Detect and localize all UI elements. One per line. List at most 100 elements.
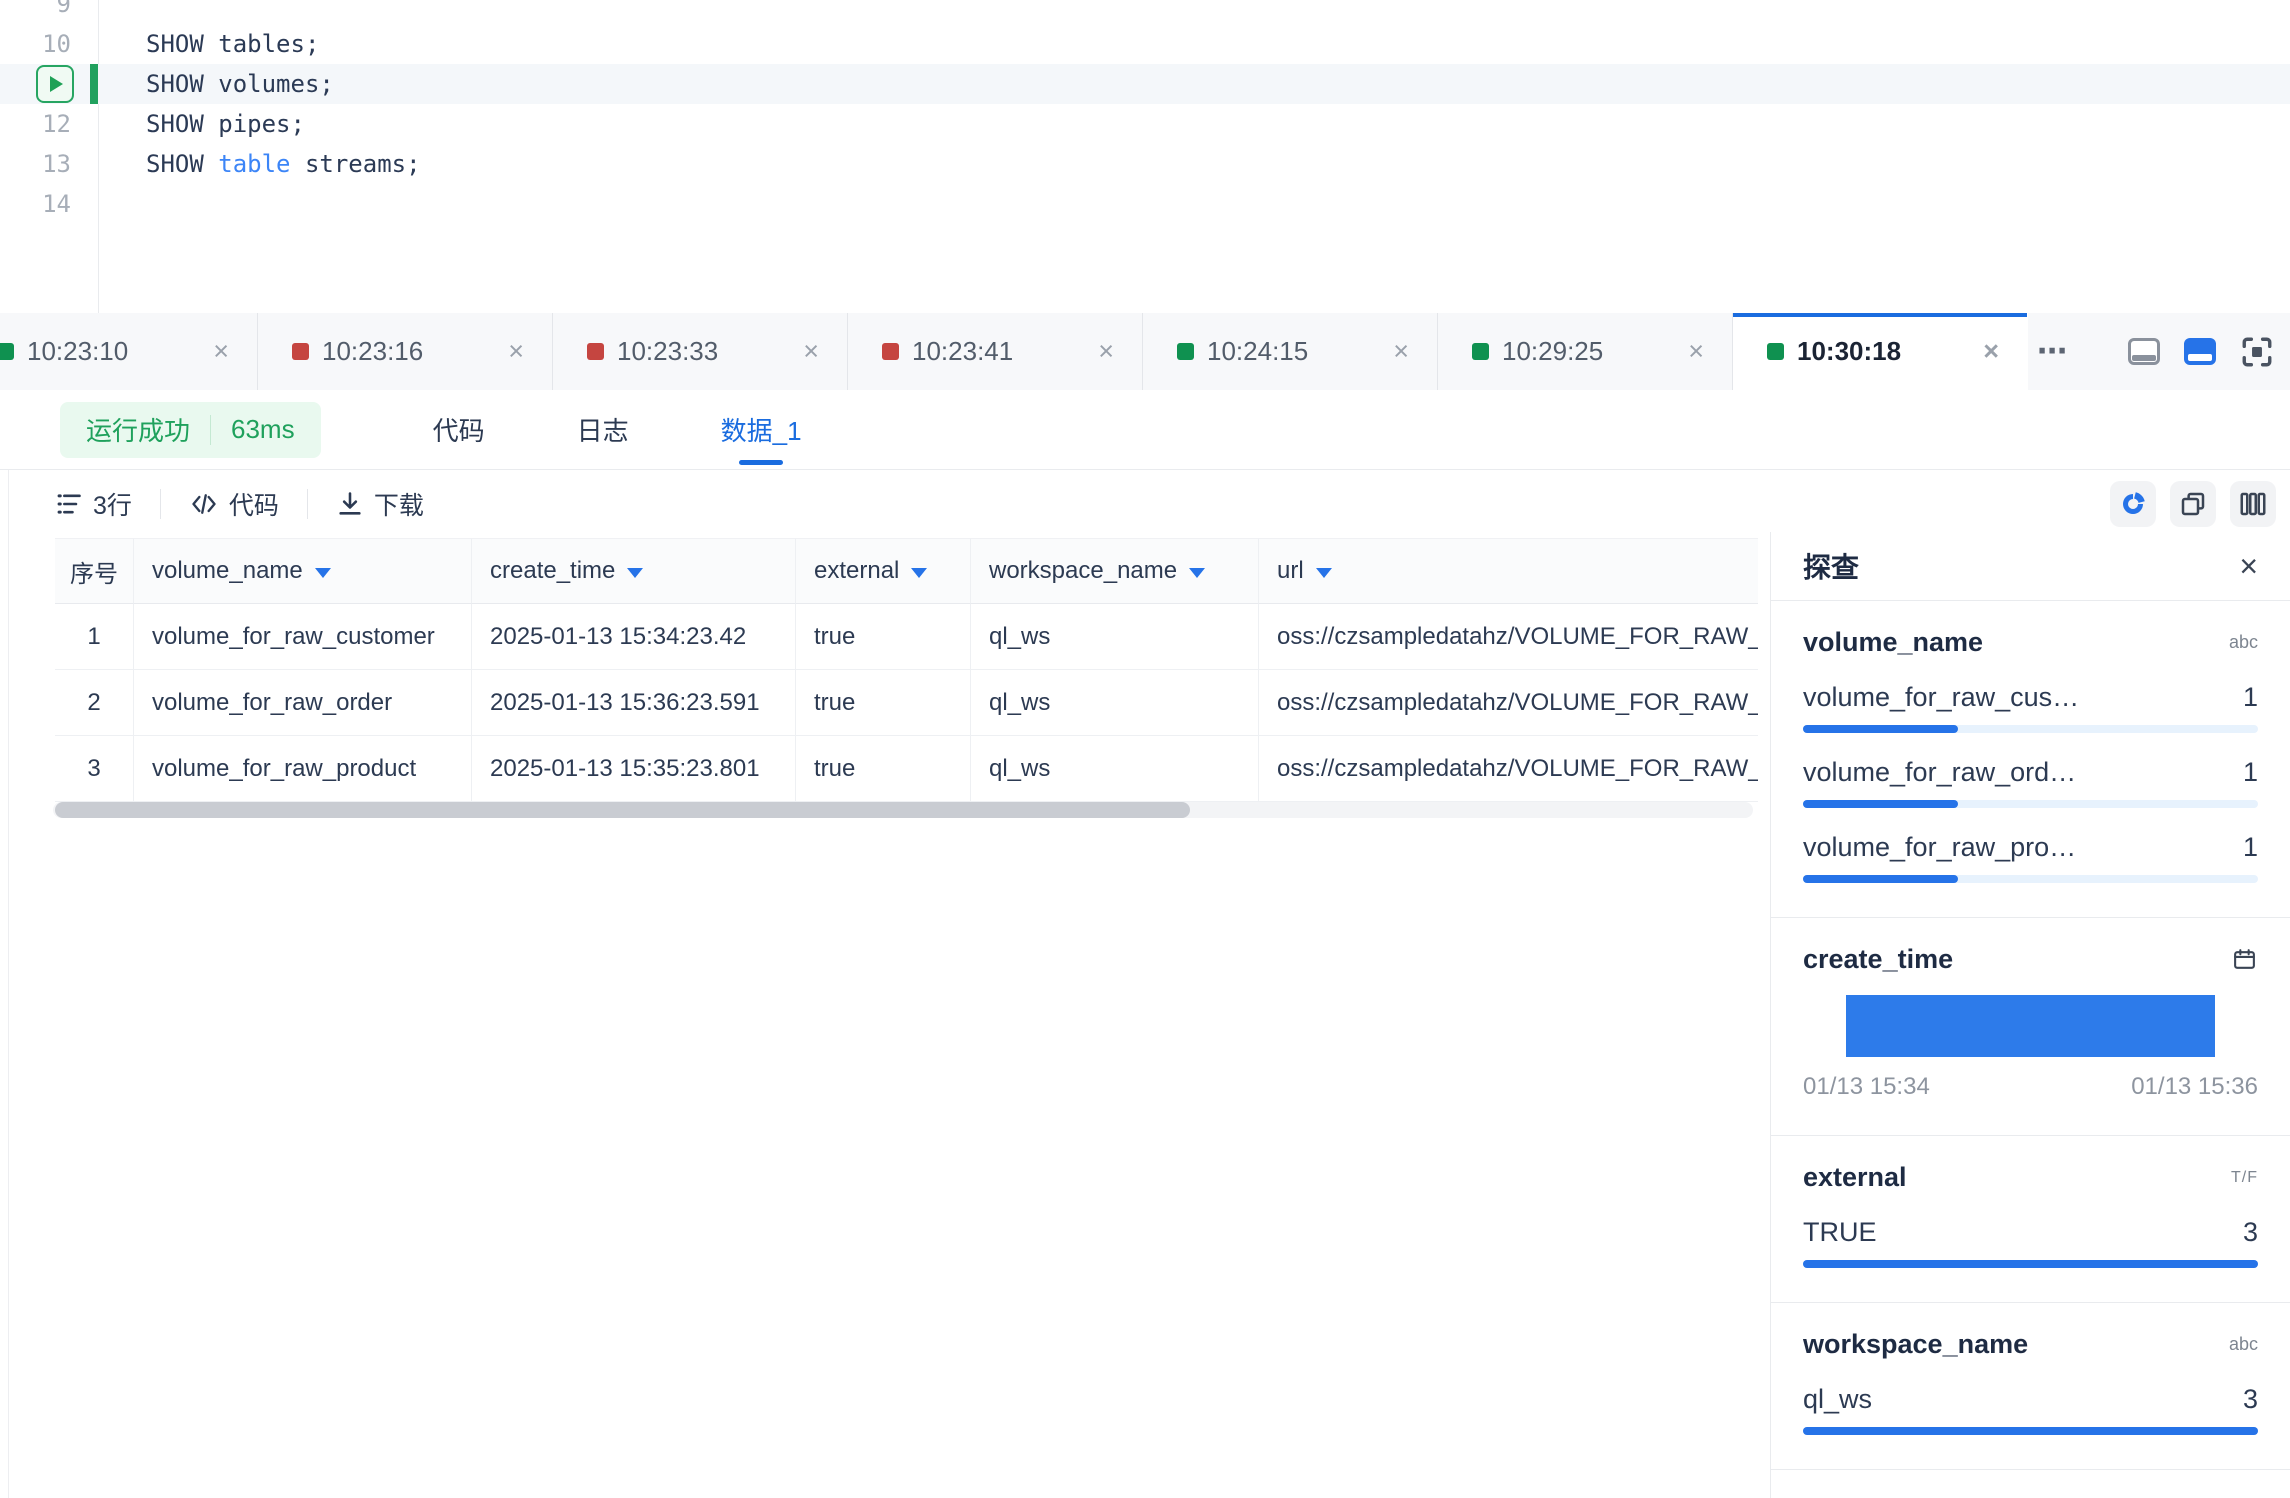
- layout-split-icon: [2184, 338, 2216, 365]
- line-number: 9: [56, 0, 71, 18]
- sort-icon: [911, 567, 928, 578]
- sort-icon: [314, 567, 331, 578]
- more-tabs-button[interactable]: ⋯: [2037, 334, 2070, 369]
- value-distribution-item: ql_ws 3: [1803, 1384, 2258, 1435]
- cell-external: true: [796, 604, 971, 670]
- scrollbar-thumb[interactable]: [55, 802, 1190, 818]
- cell-create-time: 2025-01-13 15:35:23.801: [472, 736, 796, 802]
- status-icon: [587, 343, 604, 360]
- cell-external: true: [796, 670, 971, 736]
- close-icon[interactable]: ×: [2239, 550, 2258, 582]
- value-count: 1: [2242, 757, 2258, 787]
- query-tab-label: 10:30:18: [1797, 336, 1902, 366]
- status-icon: [1767, 343, 1784, 360]
- close-icon[interactable]: ×: [1393, 338, 1409, 365]
- value-label: TRUE: [1803, 1217, 1877, 1247]
- row-count[interactable]: 3行: [55, 486, 132, 522]
- value-distribution-item: TRUE 3: [1803, 1217, 2258, 1268]
- code-line[interactable]: 13 SHOW table streams;: [0, 144, 2290, 184]
- section-title: volume_name: [1803, 627, 1984, 657]
- tab-data[interactable]: 数据_1: [675, 390, 848, 470]
- calendar-icon: [2234, 949, 2255, 969]
- profile-radar-icon: [2123, 492, 2145, 514]
- close-icon[interactable]: ×: [803, 338, 819, 365]
- play-icon: [50, 76, 63, 92]
- status-icon: [292, 343, 309, 360]
- value-count: 3: [2242, 1384, 2258, 1414]
- close-icon[interactable]: ×: [1098, 338, 1114, 365]
- close-icon[interactable]: ×: [1688, 338, 1704, 365]
- query-tab[interactable]: 10:23:10 ×: [0, 313, 258, 390]
- status-icon: [882, 343, 899, 360]
- query-tab-label: 10:23:10: [27, 336, 129, 366]
- sql-editor[interactable]: 9 10 SHOW tables; SHOW volumes; 12 SHOW …: [0, 0, 2290, 313]
- inspector-section-create-time: create_time 01/13 15:34 01/13 15:36: [1771, 918, 2290, 1136]
- query-tab-label: 10:29:25: [1502, 336, 1604, 366]
- code-text: SHOW tables;: [146, 30, 320, 58]
- code-line[interactable]: 9: [0, 0, 2290, 24]
- maximize-button[interactable]: [2240, 335, 2274, 369]
- query-tab-active[interactable]: 10:30:18 ×: [1733, 313, 2028, 390]
- download-button[interactable]: 下载: [336, 486, 424, 522]
- cell-volume-name: volume_for_raw_product: [134, 736, 472, 802]
- tab-log[interactable]: 日志: [531, 390, 675, 470]
- result-tabs: 代码 日志 数据_1: [387, 390, 848, 470]
- cell-url: oss://czsampledatahz/VOLUME_FOR_RAW_C: [1259, 604, 1758, 670]
- copy-icon: [2181, 492, 2205, 516]
- column-header-volume-name[interactable]: volume_name: [134, 538, 472, 604]
- value-distribution-item: volume_for_raw_cus… 1: [1803, 682, 2258, 733]
- tab-code[interactable]: 代码: [387, 390, 531, 470]
- value-label: volume_for_raw_ord…: [1803, 757, 2077, 787]
- code-line[interactable]: 10 SHOW tables;: [0, 24, 2290, 64]
- value-label: volume_for_raw_cus…: [1803, 682, 2080, 712]
- columns-button[interactable]: [2230, 481, 2276, 527]
- table-row: 2 volume_for_raw_order 2025-01-13 15:36:…: [55, 670, 1758, 736]
- column-header-url[interactable]: url: [1259, 538, 1758, 604]
- status-icon: [0, 343, 14, 360]
- value-label: volume_for_raw_pro…: [1803, 832, 2077, 862]
- query-tab[interactable]: 10:23:33 ×: [553, 313, 848, 390]
- cell-url: oss://czsampledatahz/VOLUME_FOR_RAW_C: [1259, 670, 1758, 736]
- query-tab[interactable]: 10:29:25 ×: [1438, 313, 1733, 390]
- cell-index: 3: [55, 736, 134, 802]
- sort-icon: [627, 567, 644, 578]
- close-icon[interactable]: ×: [508, 338, 524, 365]
- profile-button[interactable]: [2110, 481, 2156, 527]
- columns-icon: [2240, 492, 2266, 516]
- column-header-create-time[interactable]: create_time: [472, 538, 796, 604]
- horizontal-scrollbar[interactable]: [53, 802, 1753, 818]
- cell-url: oss://czsampledatahz/VOLUME_FOR_RAW_P: [1259, 736, 1758, 802]
- query-tab[interactable]: 10:23:16 ×: [258, 313, 553, 390]
- code-line-current[interactable]: SHOW volumes;: [0, 64, 2290, 104]
- code-line[interactable]: 12 SHOW pipes;: [0, 104, 2290, 144]
- distribution-bar: [1803, 1427, 2258, 1435]
- column-header-workspace-name[interactable]: workspace_name: [971, 538, 1259, 604]
- line-number: 12: [42, 110, 71, 138]
- type-abc-label: abc: [2228, 632, 2258, 652]
- layout-split-button[interactable]: [2184, 338, 2216, 365]
- histogram-bar: [1846, 995, 2215, 1057]
- close-icon[interactable]: ×: [213, 338, 229, 365]
- rows-icon: [57, 494, 81, 514]
- value-count: 1: [2242, 832, 2258, 862]
- status-icon: [1472, 343, 1489, 360]
- cell-index: 2: [55, 670, 134, 736]
- view-code-button[interactable]: 代码: [189, 486, 279, 522]
- run-duration: 63ms: [231, 414, 295, 444]
- cell-workspace-name: ql_ws: [971, 670, 1259, 736]
- line-number: 14: [42, 190, 71, 218]
- code-line[interactable]: 14: [0, 184, 2290, 224]
- layout-editor-icon: [2128, 338, 2160, 365]
- cell-create-time: 2025-01-13 15:34:23.42: [472, 604, 796, 670]
- column-header-external[interactable]: external: [796, 538, 971, 604]
- copy-button[interactable]: [2170, 481, 2216, 527]
- toolbar-divider: [306, 489, 308, 519]
- layout-editor-only-button[interactable]: [2128, 338, 2160, 365]
- close-icon[interactable]: ×: [1983, 338, 1999, 365]
- value-label: ql_ws: [1803, 1384, 1873, 1414]
- column-header-index: 序号: [55, 538, 134, 604]
- query-tab-label: 10:23:16: [322, 336, 424, 366]
- query-tab[interactable]: 10:23:41 ×: [848, 313, 1143, 390]
- run-line-button[interactable]: [36, 65, 74, 103]
- query-tab[interactable]: 10:24:15 ×: [1143, 313, 1438, 390]
